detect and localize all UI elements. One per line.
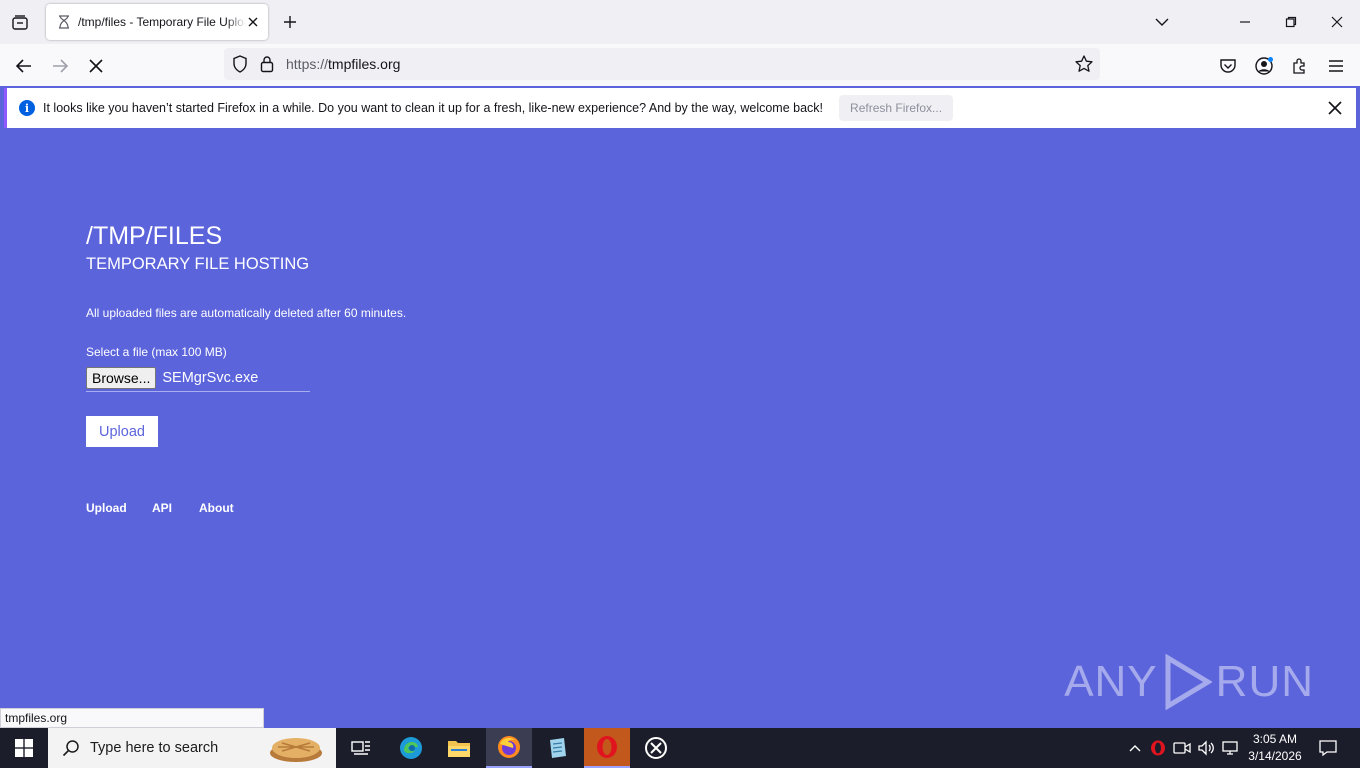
page-subtitle: TEMPORARY FILE HOSTING bbox=[86, 255, 310, 273]
hourglass-icon bbox=[56, 14, 72, 30]
tab-list-icon[interactable] bbox=[8, 11, 32, 35]
search-icon bbox=[62, 740, 79, 757]
anyrun-watermark: ANY RUN bbox=[1064, 654, 1314, 710]
tab-tmpfiles[interactable]: /tmp/files - Temporary File Upload bbox=[46, 4, 268, 40]
browse-button[interactable]: Browse... bbox=[86, 366, 157, 389]
task-view-icon[interactable] bbox=[338, 728, 384, 768]
watermark-any: ANY bbox=[1064, 657, 1158, 706]
forward-icon[interactable] bbox=[46, 52, 74, 80]
taskbar-search[interactable]: Type here to search bbox=[48, 728, 336, 768]
clock-time: 3:05 AM bbox=[1252, 732, 1298, 746]
file-input[interactable]: Browse... SEMgrSvc.exe bbox=[86, 364, 310, 392]
stop-icon[interactable] bbox=[82, 52, 110, 80]
clock-date: 3/14/2026 bbox=[1248, 749, 1302, 763]
new-tab-icon[interactable] bbox=[280, 12, 300, 32]
footer-link-about[interactable]: About bbox=[199, 501, 234, 515]
windows-start-icon[interactable] bbox=[0, 728, 48, 768]
footer-link-upload[interactable]: Upload bbox=[86, 501, 127, 515]
chevron-down-icon[interactable] bbox=[1150, 10, 1174, 34]
page-title: /TMP/FILES bbox=[86, 222, 223, 250]
network-icon[interactable] bbox=[1220, 738, 1240, 758]
upload-button[interactable]: Upload bbox=[86, 416, 158, 447]
minimize-icon[interactable] bbox=[1233, 10, 1257, 34]
firefox-icon[interactable] bbox=[486, 728, 532, 768]
deletion-notice: All uploaded files are automatically del… bbox=[86, 306, 407, 320]
edge-icon[interactable] bbox=[388, 728, 434, 768]
account-icon[interactable] bbox=[1250, 52, 1278, 80]
watermark-run: RUN bbox=[1215, 657, 1314, 706]
extensions-icon[interactable] bbox=[1286, 52, 1314, 80]
back-icon[interactable] bbox=[10, 52, 38, 80]
notification-message: It looks like you haven’t started Firefo… bbox=[43, 101, 824, 115]
notepad-icon[interactable] bbox=[535, 728, 581, 768]
close-tab-icon[interactable] bbox=[244, 13, 262, 31]
chevron-up-icon[interactable] bbox=[1125, 738, 1145, 758]
info-icon: i bbox=[19, 100, 35, 116]
tab-strip: /tmp/files - Temporary File Upload bbox=[0, 0, 1360, 44]
file-select-label: Select a file (max 100 MB) bbox=[86, 345, 227, 359]
bookmark-star-icon[interactable] bbox=[1074, 54, 1094, 79]
app-icon[interactable] bbox=[633, 728, 679, 768]
camera-icon[interactable] bbox=[1172, 738, 1192, 758]
notification-bar: i It looks like you haven’t started Fire… bbox=[4, 88, 1356, 128]
address-bar[interactable]: https://tmpfiles.org bbox=[224, 48, 1100, 80]
shield-icon[interactable] bbox=[232, 55, 248, 78]
selected-file-name: SEMgrSvc.exe bbox=[162, 369, 259, 386]
close-notification-icon[interactable] bbox=[1326, 99, 1344, 117]
close-window-icon[interactable] bbox=[1325, 10, 1349, 34]
url-text: https://tmpfiles.org bbox=[286, 56, 401, 72]
opera-tray-icon[interactable] bbox=[1148, 738, 1168, 758]
status-url: tmpfiles.org bbox=[0, 708, 264, 728]
volume-icon[interactable] bbox=[1196, 738, 1216, 758]
lock-icon[interactable] bbox=[260, 55, 274, 78]
restore-icon[interactable] bbox=[1279, 10, 1303, 34]
pie-icon bbox=[270, 738, 322, 762]
search-placeholder: Type here to search bbox=[90, 740, 219, 756]
footer-link-api[interactable]: API bbox=[152, 501, 172, 515]
play-logo-icon bbox=[1165, 654, 1212, 710]
taskbar: Type here to search 3:05 AM 3/14/2026 bbox=[0, 728, 1360, 768]
refresh-firefox-button[interactable]: Refresh Firefox... bbox=[839, 95, 954, 121]
menu-icon[interactable] bbox=[1322, 52, 1350, 80]
taskbar-clock[interactable]: 3:05 AM 3/14/2026 bbox=[1248, 731, 1302, 765]
nav-bar: https://tmpfiles.org bbox=[0, 44, 1360, 86]
pocket-icon[interactable] bbox=[1214, 52, 1242, 80]
opera-icon[interactable] bbox=[584, 728, 630, 768]
tab-title: /tmp/files - Temporary File Upload bbox=[78, 15, 246, 29]
page-content: /TMP/FILES TEMPORARY FILE HOSTING All up… bbox=[0, 130, 1360, 728]
file-explorer-icon[interactable] bbox=[436, 728, 482, 768]
notifications-icon[interactable] bbox=[1318, 738, 1338, 758]
